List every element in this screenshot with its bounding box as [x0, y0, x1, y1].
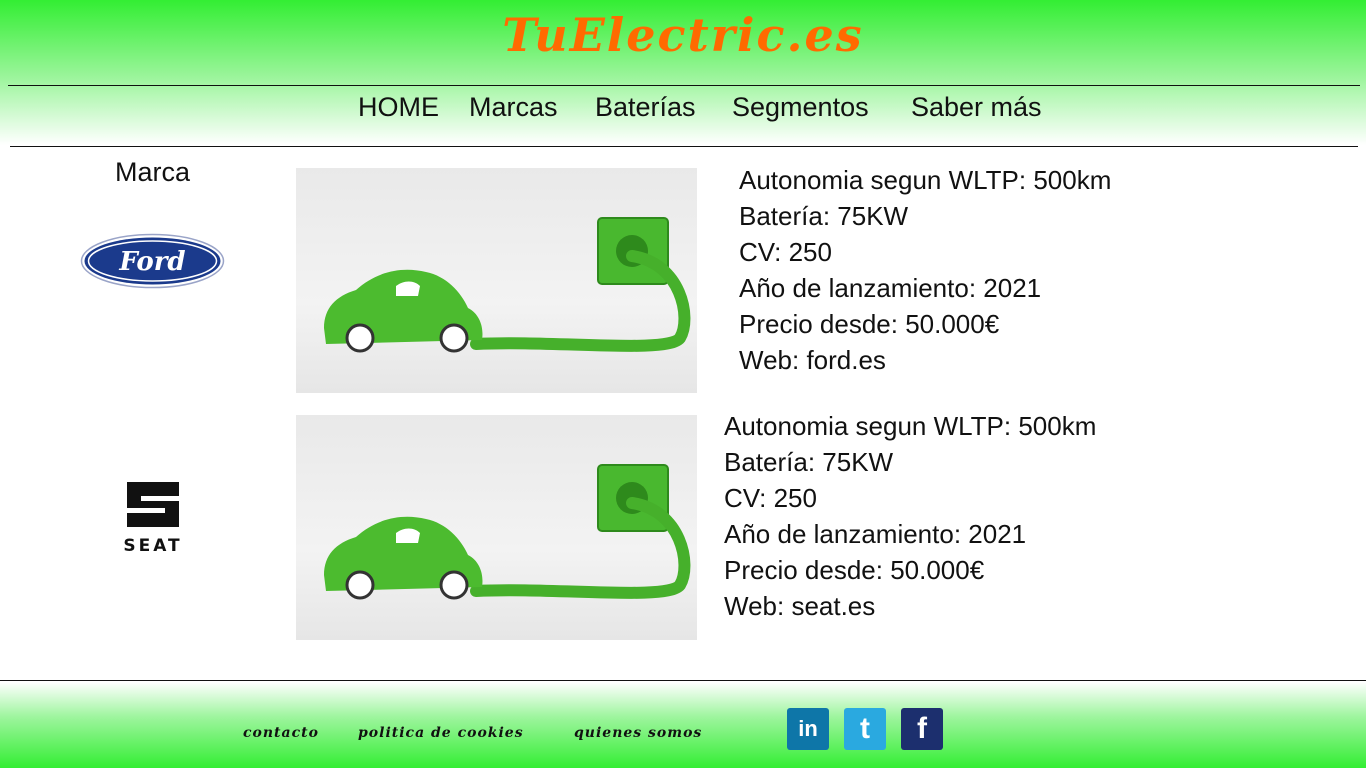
specs-ford: Autonomia segun WLTP: 500km Batería: 75K… [739, 162, 1111, 378]
seat-logo-text: SEAT [123, 536, 182, 556]
header-divider [8, 85, 1360, 86]
seat-logo[interactable]: SEAT [105, 480, 201, 556]
twitter-icon[interactable]: t [844, 708, 886, 750]
footer-divider [0, 680, 1366, 681]
ford-logo-text: Ford [118, 247, 185, 277]
spec-web[interactable]: Web: seat.es [724, 588, 1096, 624]
nav-home[interactable]: HOME [358, 92, 439, 123]
nav-saber-mas[interactable]: Saber más [911, 92, 1042, 123]
spec-autonomia: Autonomia segun WLTP: 500km [724, 411, 1097, 441]
footer-link-quienes-somos[interactable]: quienes somos [574, 725, 702, 741]
ford-logo[interactable]: Ford [80, 233, 225, 289]
footer-link-cookies[interactable]: politica de cookies [358, 725, 524, 741]
spec-bateria: Batería: 75KW [724, 447, 894, 477]
linkedin-icon[interactable]: in [787, 708, 829, 750]
spec-web[interactable]: Web: ford.es [739, 342, 1111, 378]
linkedin-glyph: in [798, 716, 818, 741]
facebook-glyph: f [917, 712, 927, 745]
nav-baterias[interactable]: Baterías [595, 92, 696, 123]
spec-bateria: Batería: 75KW [739, 201, 909, 231]
twitter-glyph: t [860, 712, 870, 745]
nav-marcas[interactable]: Marcas [469, 92, 558, 123]
footer-link-contacto[interactable]: contacto [243, 725, 319, 741]
spec-precio: Precio desde: 50.000€ [739, 309, 1000, 339]
spec-anio: Año de lanzamiento: 2021 [739, 273, 1042, 303]
spec-cv: CV: 250 [724, 483, 817, 513]
car-image-seat [296, 415, 697, 640]
brand-column-label: Marca [114, 157, 190, 187]
main-nav: HOME Marcas Baterías Segmentos Saber más [0, 92, 1366, 128]
spec-precio: Precio desde: 50.000€ [724, 555, 985, 585]
nav-segmentos[interactable]: Segmentos [732, 92, 869, 123]
facebook-icon[interactable]: f [901, 708, 943, 750]
specs-seat: Autonomia segun WLTP: 500km Batería: 75K… [724, 408, 1096, 624]
car-image-ford [296, 168, 697, 393]
site-logo-title[interactable]: TuElectric.es [0, 8, 1366, 62]
spec-cv: CV: 250 [739, 237, 832, 267]
spec-autonomia: Autonomia segun WLTP: 500km [739, 165, 1112, 195]
spec-anio: Año de lanzamiento: 2021 [724, 519, 1027, 549]
nav-divider [10, 146, 1358, 147]
